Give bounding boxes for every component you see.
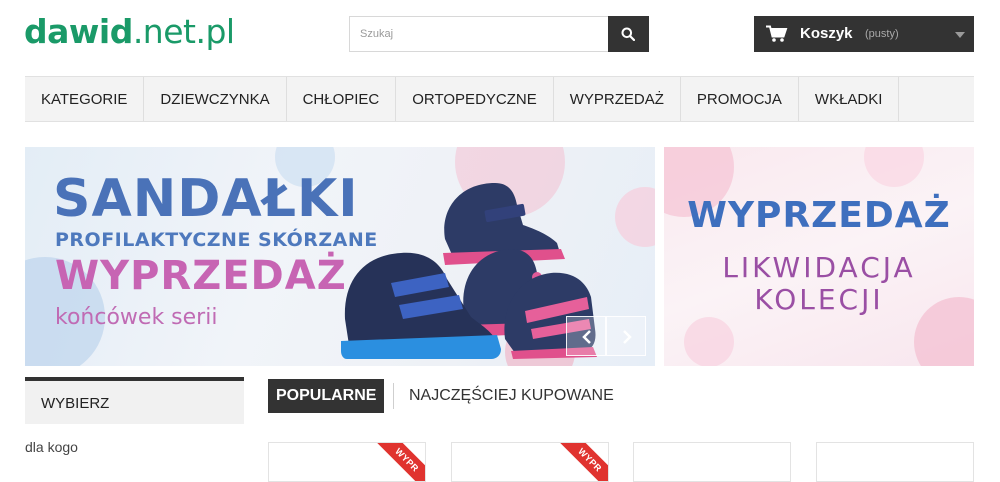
sale-ribbon: WYPR <box>555 443 608 481</box>
nav-item-chlopiec[interactable]: CHŁOPIEC <box>287 77 397 121</box>
nav-item-ortopedyczne[interactable]: ORTOPEDYCZNE <box>396 77 554 121</box>
slide-note: końcówek serii <box>55 305 218 330</box>
filter-group-label[interactable]: dla kogo <box>25 439 78 455</box>
hero-slider[interactable]: SANDAŁKI PROFILAKTYCZNE SKÓRZANE WYPRZED… <box>25 147 655 366</box>
slide-sale: WYPRZEDAŻ <box>55 253 347 299</box>
sale-banner-line-2: KOLECJI <box>754 283 884 316</box>
product-card[interactable]: WYPR <box>451 442 609 482</box>
shopping-cart-icon <box>766 25 788 42</box>
sale-banner-title: WYPRZEDAŻ <box>687 195 951 236</box>
tab-najczesciej-kupowane[interactable]: NAJCZĘŚCIEJ KUPOWANE <box>409 379 614 413</box>
sale-banner-line-1: LIKWIDACJA <box>722 251 916 284</box>
site-logo[interactable]: dawid.net.pl <box>24 12 235 52</box>
cart-status: (pusty) <box>865 28 899 40</box>
search-icon <box>621 27 635 41</box>
main-nav: KATEGORIE DZIEWCZYNKA CHŁOPIEC ORTOPEDYC… <box>25 76 974 122</box>
chevron-down-icon <box>955 32 965 38</box>
nav-item-wyprzedaz[interactable]: WYPRZEDAŻ <box>554 77 681 121</box>
cart-label: Koszyk <box>800 25 853 42</box>
sale-ribbon: WYPR <box>372 443 425 481</box>
tab-popularne[interactable]: POPULARNE <box>268 379 385 413</box>
product-card[interactable] <box>633 442 791 482</box>
search-input[interactable] <box>349 16 608 52</box>
decor-bubble <box>864 147 924 187</box>
nav-item-dziewczynka[interactable]: DZIEWCZYNKA <box>144 77 287 121</box>
slider-prev-button[interactable] <box>566 316 606 356</box>
chevron-left-icon <box>582 330 591 344</box>
search-bar <box>349 16 649 52</box>
decor-bubble <box>684 317 734 366</box>
slide-title: SANDAŁKI <box>53 169 359 229</box>
product-card[interactable]: WYPR <box>268 442 426 482</box>
logo-bold: dawid <box>24 12 133 51</box>
filter-panel-title: WYBIERZ <box>41 395 110 412</box>
nav-item-wkladki[interactable]: WKŁADKI <box>799 77 900 121</box>
nav-item-kategorie[interactable]: KATEGORIE <box>25 77 145 121</box>
sale-banner[interactable]: WYPRZEDAŻ LIKWIDACJA KOLECJI <box>664 147 974 366</box>
search-button[interactable] <box>608 16 649 52</box>
tab-divider <box>393 383 394 409</box>
chevron-right-icon <box>623 330 632 344</box>
logo-domain: .net.pl <box>132 12 235 51</box>
slider-next-button[interactable] <box>606 316 646 356</box>
cart-button[interactable]: Koszyk (pusty) <box>754 16 974 52</box>
product-card[interactable] <box>816 442 974 482</box>
nav-item-promocja[interactable]: PROMOCJA <box>681 77 799 121</box>
filter-panel-heading: WYBIERZ <box>25 377 244 424</box>
